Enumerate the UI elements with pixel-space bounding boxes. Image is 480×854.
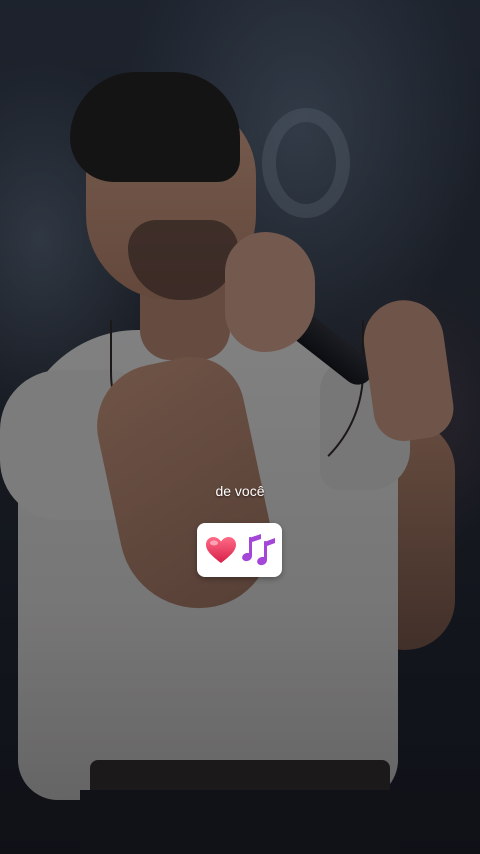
emoji-sticker[interactable] xyxy=(197,523,282,577)
heart-icon xyxy=(205,537,236,563)
lyric-caption: de você xyxy=(215,483,265,499)
dim-overlay xyxy=(0,0,480,854)
music-notes-icon xyxy=(241,534,275,566)
video-frame[interactable]: de você xyxy=(0,0,480,854)
